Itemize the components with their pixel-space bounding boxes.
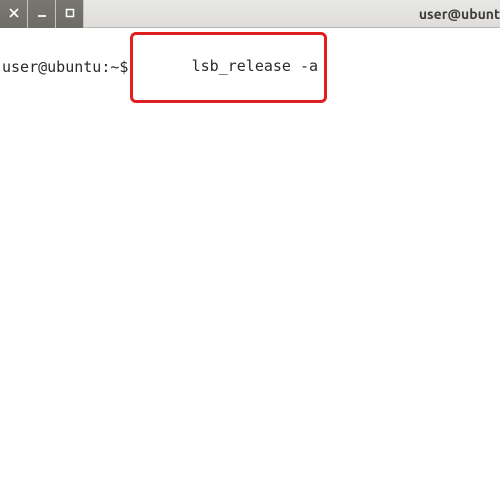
window-titlebar: user@ubunt	[0, 0, 500, 28]
shell-prompt: user@ubuntu:~$	[2, 58, 128, 78]
shell-command: lsb_release -a	[192, 57, 318, 75]
close-icon	[9, 8, 19, 20]
highlighted-command-box: lsb_release -a	[130, 32, 327, 103]
minimize-icon	[37, 8, 47, 20]
prompt-line: user@ubuntu:~$ lsb_release -a	[2, 32, 498, 103]
window-title: user@ubunt	[419, 0, 500, 28]
terminal-body[interactable]: user@ubuntu:~$ lsb_release -a	[0, 28, 500, 107]
close-button[interactable]	[0, 0, 28, 28]
maximize-button[interactable]	[56, 0, 84, 28]
minimize-button[interactable]	[28, 0, 56, 28]
maximize-icon	[65, 8, 75, 20]
window-controls	[0, 0, 84, 27]
